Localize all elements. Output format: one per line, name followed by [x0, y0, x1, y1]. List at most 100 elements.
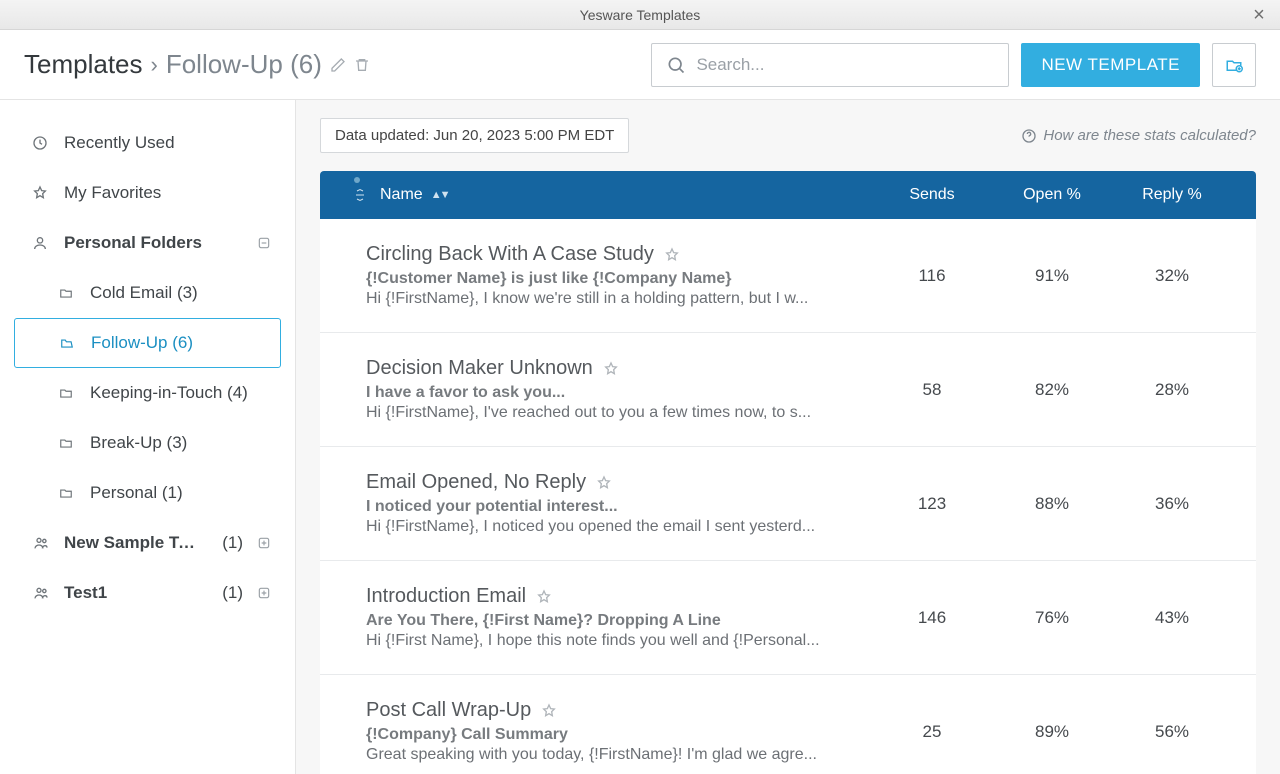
- sidebar-folder-cold-email[interactable]: Cold Email (3): [0, 268, 295, 318]
- expand-icon[interactable]: [257, 586, 275, 600]
- template-sends: 146: [872, 608, 992, 628]
- search-input[interactable]: [696, 55, 994, 75]
- edit-icon[interactable]: [330, 57, 346, 73]
- sidebar-item-label: Break-Up: [90, 433, 162, 452]
- template-open: 82%: [992, 380, 1112, 400]
- template-title: Post Call Wrap-Up: [366, 699, 531, 722]
- sidebar-personal-folders[interactable]: Personal Folders: [0, 218, 295, 268]
- main-content: Data updated: Jun 20, 2023 5:00 PM EDT H…: [296, 100, 1280, 774]
- sidebar-item-label: My Favorites: [64, 183, 275, 203]
- template-subject: {!Customer Name} is just like {!Company …: [366, 270, 852, 288]
- template-reply: 28%: [1112, 380, 1232, 400]
- template-sends: 123: [872, 494, 992, 514]
- folder-plus-icon: [1224, 56, 1244, 74]
- sidebar-item-count: (3): [177, 283, 198, 302]
- favorite-star-icon[interactable]: [541, 703, 557, 719]
- drag-handle-icon[interactable]: [354, 188, 366, 202]
- meta-row: Data updated: Jun 20, 2023 5:00 PM EDT H…: [296, 100, 1280, 171]
- sidebar-item-label: Follow-Up: [91, 333, 168, 352]
- expand-icon[interactable]: [257, 536, 275, 550]
- breadcrumb-folder: Follow-Up (6): [166, 49, 322, 80]
- column-open[interactable]: Open %: [992, 186, 1112, 204]
- search-box[interactable]: [651, 43, 1009, 87]
- folder-icon: [58, 436, 76, 450]
- sidebar-recently-used[interactable]: Recently Used: [0, 118, 295, 168]
- template-preview: Hi {!First Name}, I hope this note finds…: [366, 632, 852, 650]
- template-reply: 56%: [1112, 722, 1232, 742]
- sidebar-item-label: Cold Email: [90, 283, 172, 302]
- people-icon: [32, 535, 50, 551]
- template-row[interactable]: Circling Back With A Case Study {!Custome…: [320, 219, 1256, 333]
- template-preview: Hi {!FirstName}, I know we're still in a…: [366, 290, 852, 308]
- sidebar-folder-personal[interactable]: Personal (1): [0, 468, 295, 518]
- column-sends[interactable]: Sends: [872, 186, 992, 204]
- favorite-star-icon[interactable]: [536, 589, 552, 605]
- column-reply[interactable]: Reply %: [1112, 186, 1232, 204]
- sidebar-shared-new-sample[interactable]: New Sample Templa... (1): [0, 518, 295, 568]
- star-icon: [32, 185, 50, 201]
- window-titlebar: Yesware Templates ×: [0, 0, 1280, 30]
- template-sends: 25: [872, 722, 992, 742]
- template-sends: 116: [872, 266, 992, 286]
- data-updated-badge: Data updated: Jun 20, 2023 5:00 PM EDT: [320, 118, 629, 153]
- column-name[interactable]: Name ▲▼: [380, 186, 872, 204]
- template-title: Decision Maker Unknown: [366, 357, 593, 380]
- stats-help-label: How are these stats calculated?: [1043, 127, 1256, 144]
- template-title: Introduction Email: [366, 585, 526, 608]
- template-open: 89%: [992, 722, 1112, 742]
- folder-icon: [58, 286, 76, 300]
- template-row[interactable]: Decision Maker Unknown I have a favor to …: [320, 333, 1256, 447]
- chevron-right-icon: ›: [151, 52, 158, 78]
- template-row[interactable]: Introduction Email Are You There, {!First…: [320, 561, 1256, 675]
- template-sends: 58: [872, 380, 992, 400]
- sidebar-item-count: (3): [167, 433, 188, 452]
- template-title: Email Opened, No Reply: [366, 471, 586, 494]
- sidebar-folder-keeping-in-touch[interactable]: Keeping-in-Touch (4): [0, 368, 295, 418]
- template-row[interactable]: Post Call Wrap-Up {!Company} Call Summary…: [320, 675, 1256, 774]
- template-rows: Circling Back With A Case Study {!Custome…: [320, 219, 1256, 774]
- person-icon: [32, 235, 50, 251]
- collapse-icon[interactable]: [257, 236, 275, 250]
- template-title: Circling Back With A Case Study: [366, 243, 654, 266]
- column-name-label: Name: [380, 186, 423, 204]
- template-preview: Hi {!FirstName}, I noticed you opened th…: [366, 518, 852, 536]
- sidebar-my-favorites[interactable]: My Favorites: [0, 168, 295, 218]
- breadcrumb: Templates › Follow-Up (6): [24, 49, 370, 80]
- sidebar-item-label: Recently Used: [64, 133, 275, 153]
- template-subject: Are You There, {!First Name}? Dropping A…: [366, 612, 852, 630]
- indicator-dot: [354, 177, 360, 183]
- favorite-star-icon[interactable]: [603, 361, 619, 377]
- template-row[interactable]: Email Opened, No Reply I noticed your pot…: [320, 447, 1256, 561]
- sidebar-shared-test1[interactable]: Test1 (1): [0, 568, 295, 618]
- template-subject: I have a favor to ask you...: [366, 384, 852, 402]
- sidebar-item-count: (1): [162, 483, 183, 502]
- favorite-star-icon[interactable]: [664, 247, 680, 263]
- template-open: 91%: [992, 266, 1112, 286]
- new-folder-button[interactable]: [1212, 43, 1256, 87]
- folder-open-icon: [59, 336, 77, 350]
- template-subject: {!Company} Call Summary: [366, 726, 852, 744]
- breadcrumb-root[interactable]: Templates: [24, 49, 143, 80]
- template-open: 76%: [992, 608, 1112, 628]
- folder-icon: [58, 486, 76, 500]
- close-icon[interactable]: ×: [1244, 0, 1274, 30]
- sidebar-item-count: (4): [227, 383, 248, 402]
- header: Templates › Follow-Up (6) NEW TEMPLATE: [0, 30, 1280, 100]
- trash-icon[interactable]: [354, 56, 370, 74]
- clock-icon: [32, 135, 50, 151]
- stats-help-link[interactable]: How are these stats calculated?: [1021, 127, 1256, 144]
- sidebar-item-count: (1): [222, 583, 243, 603]
- table-header: Name ▲▼ Sends Open % Reply %: [320, 171, 1256, 219]
- help-icon: [1021, 128, 1037, 144]
- favorite-star-icon[interactable]: [596, 475, 612, 491]
- window-title: Yesware Templates: [580, 7, 701, 23]
- template-open: 88%: [992, 494, 1112, 514]
- sidebar-item-label: Test1: [64, 583, 200, 603]
- new-template-button[interactable]: NEW TEMPLATE: [1021, 43, 1200, 87]
- search-icon: [666, 55, 686, 75]
- template-preview: Great speaking with you today, {!FirstNa…: [366, 746, 852, 764]
- sidebar-folder-break-up[interactable]: Break-Up (3): [0, 418, 295, 468]
- template-reply: 36%: [1112, 494, 1232, 514]
- template-subject: I noticed your potential interest...: [366, 498, 852, 516]
- sidebar-folder-follow-up[interactable]: Follow-Up (6): [14, 318, 281, 368]
